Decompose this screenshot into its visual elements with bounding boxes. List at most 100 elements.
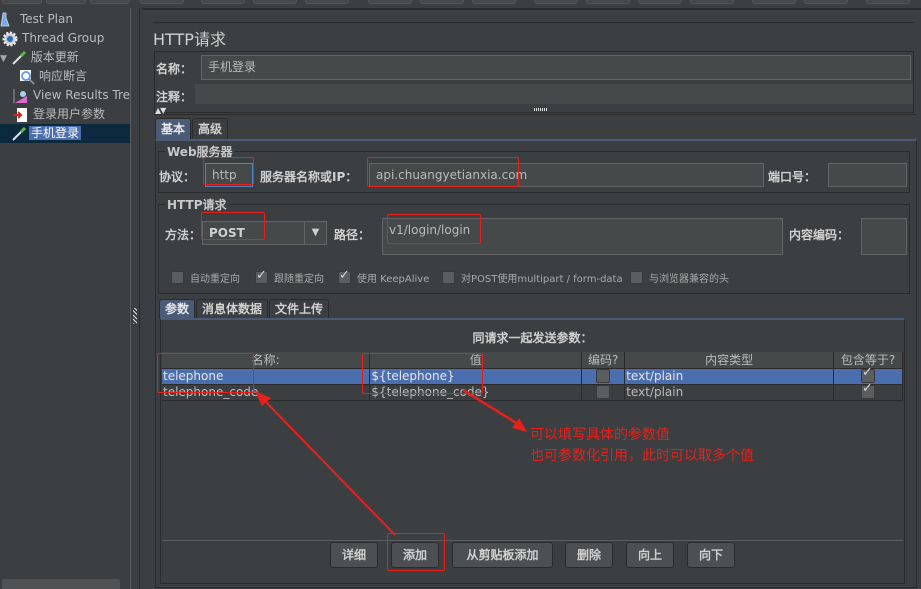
delete-button[interactable]: 删除 <box>565 542 613 568</box>
tree-item-thread-group[interactable]: Thread Group <box>2 29 106 48</box>
annotation-note-line1: 可以填写具体的参数值 <box>530 427 670 443</box>
add-button[interactable]: 添加 <box>391 542 439 568</box>
param-content-type[interactable]: text/plain <box>624 384 835 401</box>
toolbar <box>0 0 921 6</box>
tree-item-view-results-tree[interactable]: View Results Tree <box>13 86 130 105</box>
toolbar-button[interactable] <box>253 0 297 4</box>
port-label: 端口号： <box>768 170 817 184</box>
http-request-panel: HTTP请求 名称： 手机登录 注释： ▲▼ 基本 高级 Web服务器 协议： … <box>142 8 921 589</box>
column-header-content-type[interactable]: 内容类型 <box>624 352 835 369</box>
table-row[interactable]: telephone_code ${telephone_code} text/pl… <box>162 382 903 401</box>
resize-grip-icon[interactable] <box>534 108 548 111</box>
toolbar-button[interactable] <box>140 0 184 4</box>
port-input[interactable] <box>828 163 907 187</box>
path-input[interactable]: v1/login/login <box>382 218 783 255</box>
method-value: POST <box>209 226 245 240</box>
tree-item-version-update[interactable]: ▼ 版本更新 <box>0 48 81 67</box>
option-browser-compatible-headers[interactable]: 与浏览器兼容的头 <box>630 270 729 285</box>
gear-icon <box>2 31 18 47</box>
encode-checkbox[interactable] <box>596 385 611 400</box>
tree-item-response-assertion[interactable]: 响应断言 <box>19 67 89 86</box>
dropper-icon <box>11 126 27 142</box>
toolbar-button[interactable] <box>420 0 464 4</box>
toolbar-button[interactable] <box>690 0 734 4</box>
comment-input[interactable] <box>195 84 913 104</box>
toolbar-button[interactable] <box>2 0 42 4</box>
chevron-down-icon[interactable]: ▼ <box>304 222 326 244</box>
server-label: 服务器名称或IP： <box>260 170 358 184</box>
toolbar-button[interactable] <box>804 0 848 4</box>
tree-item-phone-login[interactable]: 手机登录 <box>0 124 130 143</box>
toolbar-button[interactable] <box>305 0 349 4</box>
server-input[interactable]: api.chuangyetianxia.com <box>369 163 764 187</box>
encoding-label: 内容编码： <box>789 228 850 242</box>
name-label: 名称： <box>156 62 193 76</box>
web-server-group: Web服务器 协议： http 服务器名称或IP： api.chuangyeti… <box>158 143 910 193</box>
option-follow-redirect[interactable]: 跟随重定向 <box>255 268 324 285</box>
expand-arrow-icon[interactable]: ▼ <box>0 54 7 64</box>
toolbar-button[interactable] <box>638 0 682 4</box>
comment-label: 注释： <box>156 90 193 104</box>
protocol-label: 协议： <box>159 170 196 184</box>
tab-body-data[interactable]: 消息体数据 <box>196 299 269 319</box>
param-value[interactable]: ${telephone} <box>369 368 583 385</box>
web-server-group-title: Web服务器 <box>165 143 235 160</box>
toolbar-button[interactable] <box>534 0 578 4</box>
tree-horizontal-scrollbar[interactable] <box>2 579 120 589</box>
table-header: 名称: 值 编码? 内容类型 包含等于? <box>162 352 903 369</box>
option-auto-redirect[interactable]: 自动重定向 <box>171 270 240 285</box>
move-up-button[interactable]: 向上 <box>626 542 674 568</box>
tab-advanced[interactable]: 高级 <box>192 118 229 140</box>
option-keepalive[interactable]: 使用 KeepAlive <box>338 268 429 285</box>
splitter-grip-icon[interactable] <box>133 308 137 324</box>
divider <box>154 114 916 115</box>
add-from-clipboard-button[interactable]: 从剪贴板添加 <box>452 542 553 568</box>
magnifier-icon <box>19 69 35 85</box>
encode-checkbox[interactable] <box>596 369 611 384</box>
protocol-input[interactable]: http <box>205 163 253 187</box>
test-plan-icon <box>0 12 16 28</box>
name-input[interactable]: 手机登录 <box>201 55 911 80</box>
tab-basic[interactable]: 基本 <box>155 118 192 140</box>
include-equals-checkbox[interactable] <box>861 382 876 400</box>
checkbox[interactable] <box>630 271 643 284</box>
preprocessor-icon <box>13 107 29 123</box>
checkbox-checked[interactable] <box>338 268 351 284</box>
method-select[interactable]: POST ▼ <box>202 221 327 245</box>
column-header-name[interactable]: 名称: <box>162 352 371 369</box>
panel-splitter[interactable] <box>130 8 140 589</box>
tree-item-login-user-params[interactable]: 登录用户参数 <box>13 105 107 124</box>
path-label: 路径： <box>334 228 371 242</box>
param-name[interactable]: telephone_code <box>162 384 371 401</box>
option-multipart[interactable]: 对POST使用multipart / form-data <box>442 270 623 285</box>
checkbox[interactable] <box>442 271 455 284</box>
toolbar-button[interactable] <box>90 0 130 4</box>
detail-button[interactable]: 详细 <box>330 542 378 568</box>
toolbar-button[interactable] <box>752 0 796 4</box>
toolbar-button[interactable] <box>46 0 86 4</box>
chart-icon <box>13 88 29 104</box>
toolbar-button[interactable] <box>866 0 910 4</box>
annotation-note-line2: 也可参数化引用，此时可以取多个值 <box>530 448 754 464</box>
encoding-input[interactable] <box>861 218 907 255</box>
toolbar-button[interactable] <box>368 0 412 4</box>
toolbar-button[interactable] <box>472 0 516 4</box>
body-tabs: 参数 消息体数据 文件上传 <box>159 299 330 319</box>
param-name[interactable]: telephone <box>162 368 371 385</box>
parameters-table: 名称: 值 编码? 内容类型 包含等于? telephone ${telepho… <box>162 352 903 401</box>
test-plan-tree: Test Plan Thread Group ▼ 版本更新 响应断言 View … <box>0 10 130 589</box>
column-header-encode[interactable]: 编码? <box>581 352 626 369</box>
column-header-value[interactable]: 值 <box>369 352 583 369</box>
move-down-button[interactable]: 向下 <box>687 542 735 568</box>
toolbar-button[interactable] <box>201 0 245 4</box>
checkbox[interactable] <box>171 271 184 284</box>
checkbox-checked[interactable] <box>255 268 268 284</box>
dropper-icon <box>11 50 27 66</box>
toolbar-button[interactable] <box>586 0 630 4</box>
table-row[interactable]: telephone ${telephone} text/plain <box>162 366 903 385</box>
tab-parameters[interactable]: 参数 <box>159 299 196 319</box>
tree-item-test-plan[interactable]: Test Plan <box>0 10 75 29</box>
tab-file-upload[interactable]: 文件上传 <box>269 299 330 319</box>
param-content-type[interactable]: text/plain <box>624 368 835 385</box>
param-value[interactable]: ${telephone_code} <box>369 384 583 401</box>
